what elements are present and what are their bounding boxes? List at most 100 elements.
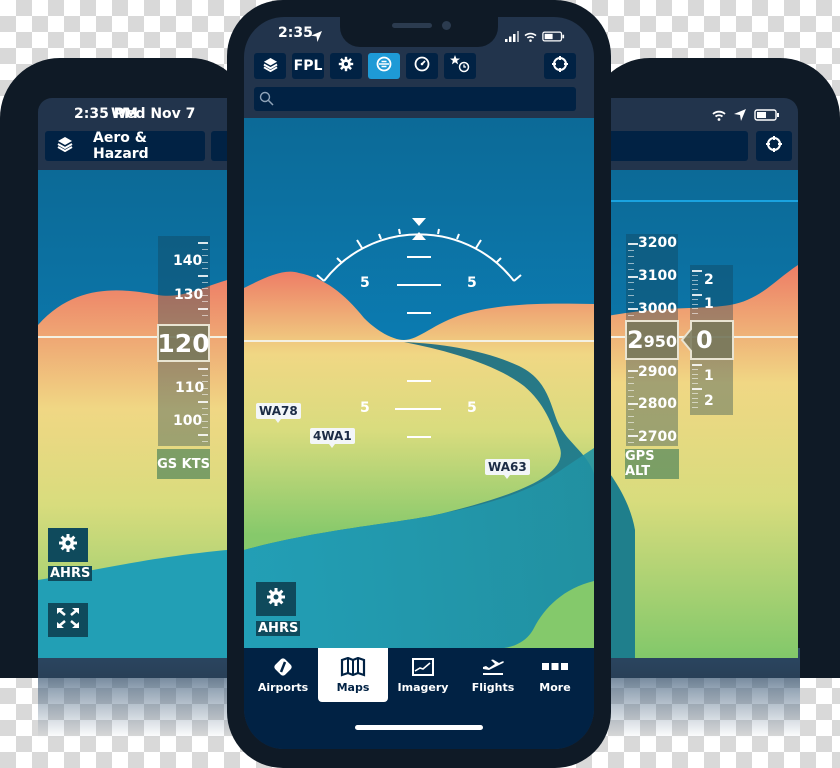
center-map-button[interactable]: [756, 131, 792, 161]
signal-icon: [505, 27, 519, 46]
tape-tick: [202, 374, 208, 376]
altitude-label: 2700: [638, 429, 677, 445]
ahrs-settings-button[interactable]: [48, 528, 88, 562]
tape-tick: [198, 368, 208, 370]
phone-screen: 2:35 FPL 5 5 5 5 WA78 4WA1 WA63 AHRS Air…: [244, 17, 594, 749]
tape-tick: [202, 394, 208, 396]
tape-tick: [628, 275, 638, 278]
fpl-button[interactable]: FPL: [292, 53, 324, 79]
pitch-label: 5: [467, 275, 477, 291]
airspeed-current: 120: [157, 324, 210, 362]
altitude-current-thousands: 2: [626, 326, 644, 354]
instruments-button[interactable]: [406, 53, 438, 79]
tape-tick: [628, 295, 634, 296]
bottom-tab-bar: Airports Maps Imagery Flights More: [244, 648, 594, 749]
tape-tick: [628, 428, 634, 430]
synthetic-vision-view[interactable]: 5 5 5 5 WA78 4WA1 WA63 AHRS: [244, 118, 594, 648]
airport-label-wa78[interactable]: WA78: [256, 403, 301, 423]
tape-tick: [628, 415, 634, 417]
altitude-label: 3100: [638, 268, 677, 284]
ahrs-settings-button[interactable]: [256, 582, 296, 616]
search-input[interactable]: [254, 87, 576, 111]
tape-tick: [628, 441, 634, 443]
tape-tick: [628, 262, 634, 264]
map-icon: [340, 656, 366, 678]
settings-button[interactable]: [330, 53, 362, 79]
expand-icon: [56, 607, 80, 633]
tab-label: Airports: [257, 681, 309, 694]
altitude-label: 2900: [638, 364, 677, 380]
pitch-line: [407, 436, 431, 438]
tape-tick: [628, 314, 634, 316]
ahrs-label: AHRS: [256, 621, 301, 636]
favorites-recent-button[interactable]: [444, 53, 476, 79]
layers-icon: [262, 57, 278, 76]
airport-label-4wa1[interactable]: 4WA1: [310, 428, 355, 448]
layer-selector-button[interactable]: Aero & Hazard: [45, 130, 205, 162]
tab-label: Imagery: [397, 681, 449, 694]
tape-tick: [628, 383, 634, 384]
tape-tick: [692, 289, 698, 291]
tape-tick: [692, 378, 698, 380]
status-icons: [505, 27, 565, 46]
search-icon: [259, 91, 274, 110]
synthetic-vision-button[interactable]: [368, 53, 400, 79]
layer-selector-label: Aero & Hazard: [93, 130, 149, 162]
tape-tick: [628, 435, 638, 437]
tape-tick: [692, 270, 702, 272]
tape-tick: [202, 294, 208, 296]
tab-imagery[interactable]: Imagery: [388, 648, 458, 702]
tape-tick: [628, 376, 634, 378]
tape-tick: [692, 392, 698, 394]
center-map-button[interactable]: [544, 53, 576, 79]
tape-tick: [202, 414, 208, 416]
tape-tick: [202, 255, 208, 257]
tape-tick: [628, 269, 634, 270]
right-layer-selector-button[interactable]: [590, 131, 748, 161]
tab-airports[interactable]: Airports: [248, 648, 318, 702]
home-indicator[interactable]: [355, 725, 483, 730]
airspeed-label: 130: [174, 287, 204, 303]
tape-tick: [692, 373, 698, 375]
terrain-fade: [600, 648, 800, 738]
tab-flights[interactable]: Flights: [458, 648, 528, 702]
tape-tick: [202, 381, 208, 383]
tape-tick: [692, 308, 698, 310]
altitude-current-hundreds: 950: [643, 331, 678, 351]
airspeed-label: 100: [173, 413, 203, 429]
more-icon: [542, 656, 568, 678]
tape-tick: [692, 279, 698, 281]
status-date: Wed Nov 7: [111, 106, 196, 122]
airspeed-label: 140: [173, 253, 203, 269]
left-tablet-screen: 2:35 PM Wed Nov 7 Aero & Hazard 140 130 …: [38, 98, 250, 658]
tape-tick: [628, 308, 638, 310]
terrain-fade: [38, 648, 238, 738]
tape-tick: [692, 402, 698, 404]
tape-tick: [692, 294, 702, 296]
layers-button[interactable]: [254, 53, 286, 79]
left-synthetic-vision: [38, 170, 250, 658]
wifi-icon: [524, 27, 537, 46]
pitch-line: [407, 256, 431, 258]
expand-button[interactable]: [48, 603, 88, 637]
tape-tick: [628, 256, 634, 257]
tape-tick: [628, 243, 638, 245]
pitch-line: [407, 380, 431, 382]
wifi-icon: [712, 106, 726, 125]
tape-tick: [202, 301, 208, 303]
airspeed-label: 110: [175, 380, 205, 396]
tape-tick: [628, 389, 634, 391]
tape-tick: [198, 275, 208, 277]
gear-icon: [338, 56, 354, 76]
airport-label-wa63[interactable]: WA63: [485, 459, 530, 479]
tab-label: Flights: [471, 681, 515, 694]
tape-tick: [202, 314, 208, 316]
tab-maps[interactable]: Maps: [318, 648, 388, 702]
location-arrow-icon: [311, 27, 322, 46]
pitch-line: [407, 312, 431, 314]
vsi-current: 0: [690, 320, 734, 360]
pitch-line: [395, 408, 441, 410]
tape-tick: [692, 397, 698, 399]
tape-tick: [692, 407, 698, 409]
tab-more[interactable]: More: [520, 648, 590, 702]
